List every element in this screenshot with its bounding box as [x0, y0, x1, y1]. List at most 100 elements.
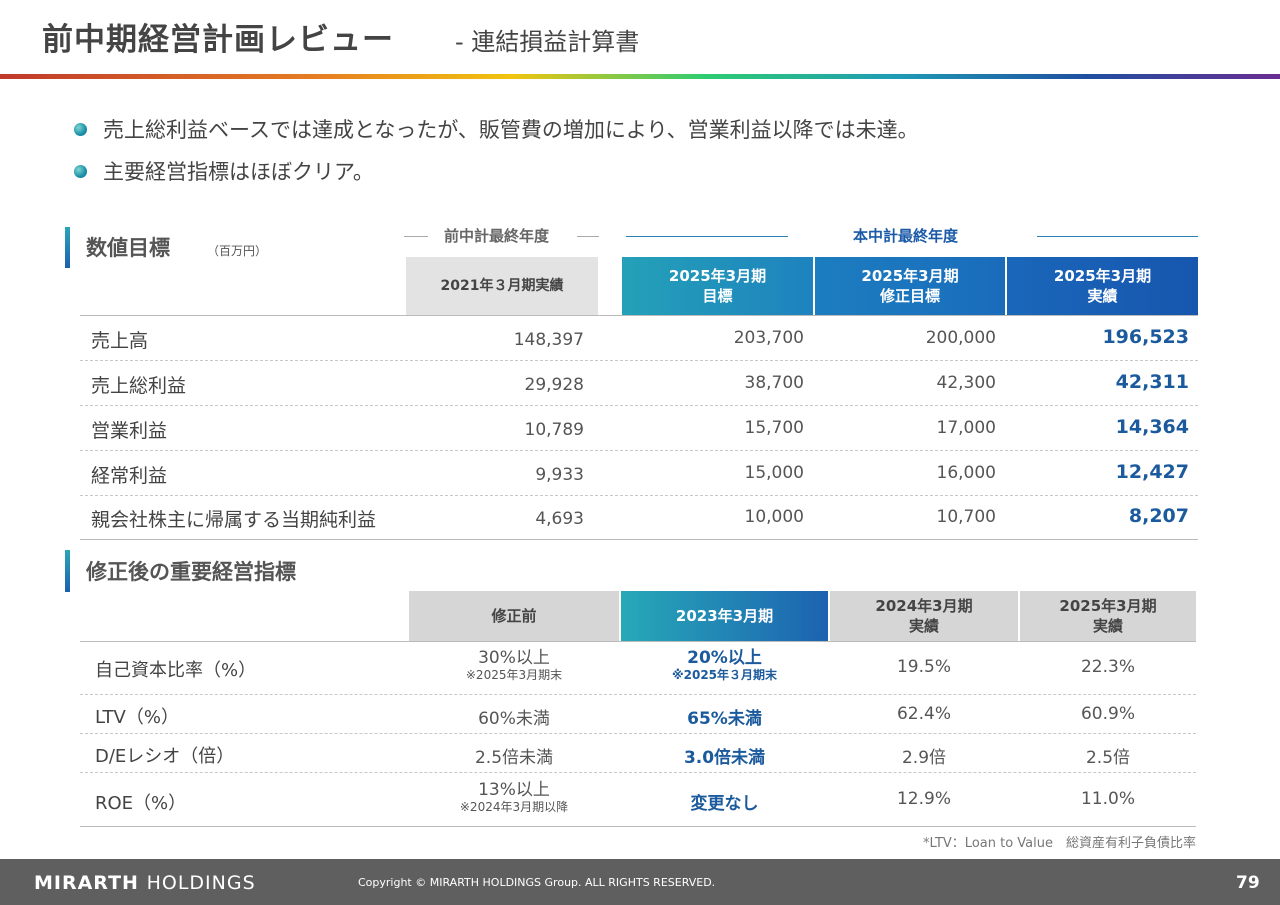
section-accent-bar [65, 227, 70, 268]
group-label-curr: 本中計最終年度 [853, 227, 959, 245]
row-label: ROE（%） [95, 793, 187, 814]
value-fy2023: 20%以上 ※2025年３月期末 [621, 648, 828, 682]
col-header-text: 2025年3月期 [1059, 597, 1157, 615]
row-label: 親会社株主に帰属する当期純利益 [91, 509, 377, 531]
col-header-text: 実績 [908, 617, 939, 635]
col-header-fy2025: 2025年3月期 実績 [1020, 591, 1196, 641]
bullet-item: 売上総利益ベースでは達成となったが、販管費の増加により、営業利益以降では未達。 [74, 114, 919, 144]
section-title-kpi: 修正後の重要経営指標 [86, 560, 296, 584]
brand-logo: MIRARTH HOLDINGS [34, 872, 256, 894]
value-before: 13%以上 ※2024年3月期以降 [409, 780, 619, 814]
value-before: 2.5倍未満 [474, 748, 554, 768]
row-label: 営業利益 [91, 420, 168, 442]
col-header-fy2023: 2023年3月期 [621, 591, 828, 641]
value-fy2023: 3.0倍未満 [683, 748, 766, 768]
value-fy2025: 22.3% [1080, 657, 1135, 677]
col-header-text: 2025年3月期 [861, 267, 959, 285]
bullet-text: 売上総利益ベースでは達成となったが、販管費の増加により、営業利益以降では未達。 [103, 118, 919, 142]
value-fy2024: 2.9倍 [901, 748, 947, 768]
col-header-text: 実績 [1087, 287, 1118, 305]
value-prev: 148,397 [513, 330, 584, 350]
value-prev: 9,933 [535, 465, 584, 485]
value-fy2023: 変更なし [690, 794, 759, 814]
value-fy2024: 19.5% [896, 657, 951, 677]
value-target: 15,000 [744, 463, 804, 483]
col-header-text: 目標 [702, 287, 733, 305]
value-text: 13%以上 [478, 780, 550, 800]
col-header-target: 2025年3月期 目標 [622, 257, 813, 315]
value-revised: 17,000 [936, 418, 996, 438]
col-header-text: 修正目標 [879, 287, 940, 305]
footnote: *LTV：Loan to Value 総資産有利子負債比率 [923, 836, 1196, 851]
table-row: 売上総利益 29,928 38,700 42,300 42,311 [80, 361, 1198, 406]
col-header-text: 2021年３月期実績 [440, 278, 564, 294]
col-header-text: 2025年3月期 [1053, 267, 1152, 285]
value-fy2025: 11.0% [1080, 789, 1135, 809]
page-title: 前中期経営計画レビュー [42, 22, 394, 58]
value-fy2024: 62.4% [896, 704, 951, 724]
rainbow-divider [0, 74, 1280, 79]
table-row: LTV（%） 60%未満 65%未満 62.4% 60.9% [80, 695, 1196, 734]
value-revised: 10,700 [936, 507, 996, 527]
table-row: 親会社株主に帰属する当期純利益 4,693 10,000 10,700 8,20… [80, 496, 1198, 540]
value-note: ※2025年３月期末 [671, 668, 778, 682]
value-actual: 8,207 [1128, 505, 1189, 527]
value-fy2025: 60.9% [1080, 704, 1135, 724]
col-header-before: 修正前 [409, 591, 619, 641]
value-fy2024: 12.9% [896, 789, 951, 809]
col-header-text: 2023年3月期 [675, 607, 774, 625]
row-label: 売上総利益 [91, 375, 187, 397]
table-row: ROE（%） 13%以上 ※2024年3月期以降 変更なし 12.9% 11.0… [80, 773, 1196, 827]
col-header-prev-actual: 2021年３月期実績 [406, 257, 598, 315]
value-text: 30%以上 [478, 648, 550, 668]
value-actual: 196,523 [1102, 326, 1189, 348]
col-header-text: 修正前 [491, 607, 537, 625]
bullet-text: 主要経営指標はほぼクリア。 [103, 160, 374, 184]
value-note: ※2024年3月期以降 [459, 800, 569, 814]
page-subtitle: - 連結損益計算書 [455, 28, 640, 56]
table-row: 経常利益 9,933 15,000 16,000 12,427 [80, 451, 1198, 496]
section-accent-bar [65, 550, 70, 592]
copyright-text: Copyright © MIRARTH HOLDINGS Group. ALL … [358, 876, 716, 889]
section-title-targets: 数値目標 [86, 236, 170, 260]
col-header-actual: 2025年3月期 実績 [1007, 257, 1198, 315]
col-header-text: 2025年3月期 [668, 267, 767, 285]
value-target: 38,700 [744, 373, 804, 393]
bullet-dot-icon [74, 122, 87, 136]
value-fy2025: 2.5倍 [1085, 748, 1131, 768]
col-header-text: 実績 [1092, 617, 1123, 635]
value-note: ※2025年3月期末 [465, 668, 563, 682]
value-revised: 16,000 [936, 463, 996, 483]
value-revised: 42,300 [936, 373, 996, 393]
row-label: 売上高 [91, 330, 149, 352]
group-line [626, 236, 788, 237]
value-target: 203,700 [733, 328, 804, 348]
unit-label: （百万円） [207, 244, 268, 258]
row-label: LTV（%） [95, 707, 179, 728]
table-row: 自己資本比率（%） 30%以上 ※2025年3月期末 20%以上 ※2025年３… [80, 642, 1196, 695]
value-prev: 29,928 [524, 375, 584, 395]
value-text: 20%以上 [687, 648, 762, 668]
brand-suffix: HOLDINGS [146, 872, 256, 894]
value-fy2023: 65%未満 [687, 709, 762, 729]
value-target: 10,000 [744, 507, 804, 527]
page-number: 79 [1236, 873, 1260, 893]
group-line [577, 236, 599, 237]
row-label: 経常利益 [91, 465, 168, 487]
bullet-dot-icon [74, 164, 87, 178]
value-prev: 4,693 [535, 509, 584, 529]
group-label-prev: 前中計最終年度 [444, 227, 550, 245]
value-actual: 12,427 [1115, 461, 1189, 483]
col-header-fy2024: 2024年3月期 実績 [830, 591, 1018, 641]
table-row: 営業利益 10,789 15,700 17,000 14,364 [80, 406, 1198, 451]
col-header-revised: 2025年3月期 修正目標 [815, 257, 1005, 315]
value-actual: 42,311 [1115, 371, 1189, 393]
value-before: 60%未満 [478, 709, 550, 729]
value-actual: 14,364 [1115, 416, 1189, 438]
value-prev: 10,789 [524, 420, 584, 440]
group-line [404, 236, 428, 237]
value-revised: 200,000 [925, 328, 996, 348]
col-header-text: 2024年3月期 [875, 597, 973, 615]
group-line [1037, 236, 1198, 237]
row-label: 自己資本比率（%） [95, 660, 257, 681]
